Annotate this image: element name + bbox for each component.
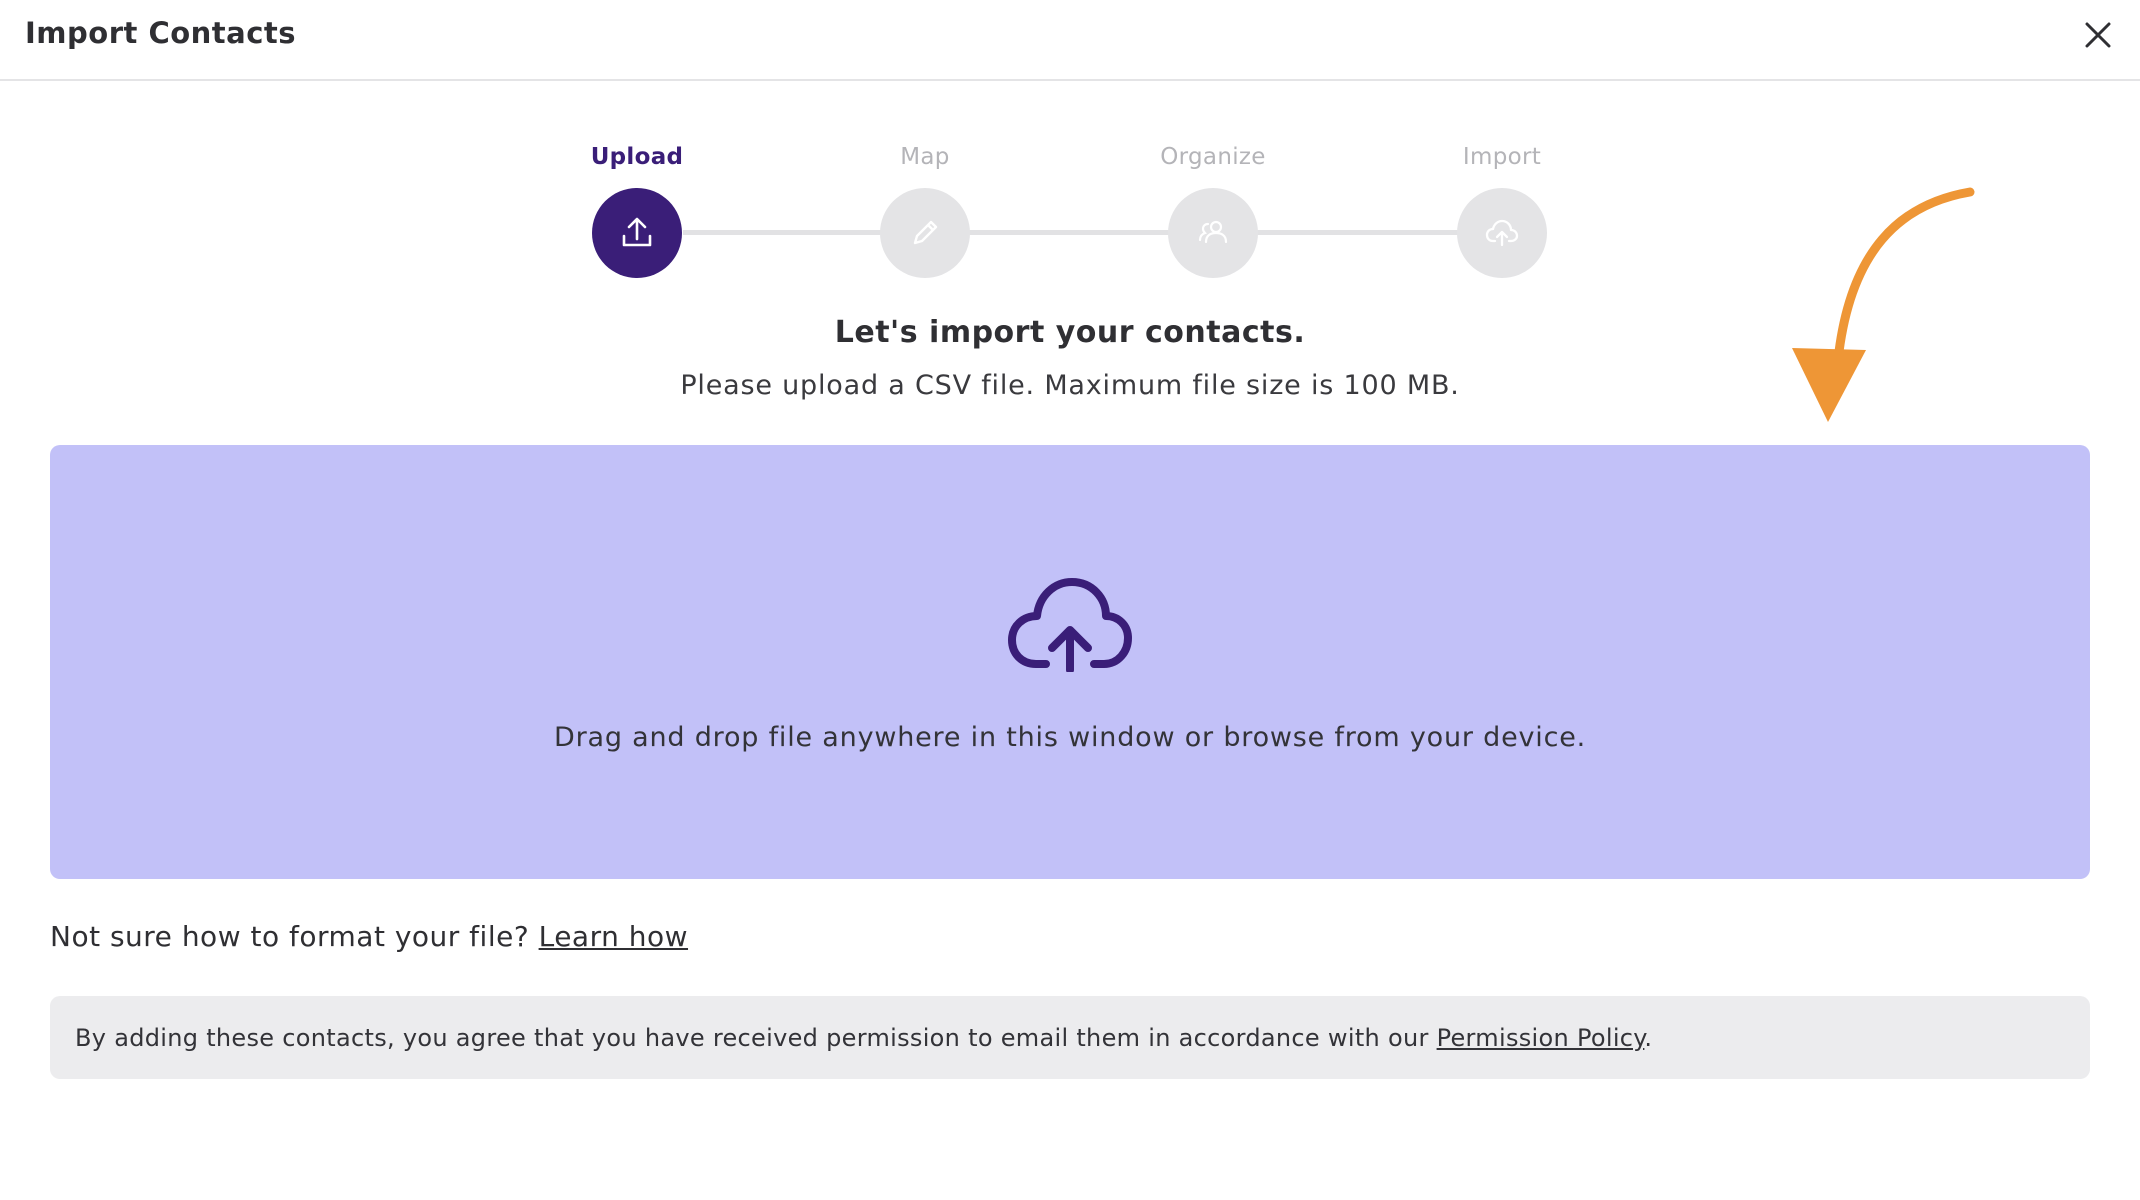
close-button[interactable] [2078, 15, 2118, 55]
annotation-arrow-icon [1792, 187, 1975, 422]
format-help: Not sure how to format your file? Learn … [50, 920, 688, 953]
modal-title: Import Contacts [25, 16, 297, 50]
step-circle [1457, 188, 1547, 278]
step-label: Map [900, 144, 950, 170]
permission-policy-link[interactable]: Permission Policy [1437, 1024, 1645, 1052]
import-contacts-modal: Import Contacts Upload Map Organize Impo… [0, 0, 2140, 1200]
step-import: Import [1382, 140, 1622, 278]
upload-icon [622, 217, 652, 247]
dropzone-instructions: Drag and drop file anywhere in this wind… [553, 722, 1587, 753]
step-label: Import [1462, 144, 1542, 170]
format-help-text: Not sure how to format your file? [50, 920, 530, 953]
permission-notice: By adding these contacts, you agree that… [50, 996, 2090, 1079]
step-label: Organize [1160, 144, 1266, 170]
cloud-upload-icon [1485, 219, 1519, 247]
step-circle [880, 188, 970, 278]
close-icon [2085, 22, 2111, 48]
step-organize: Organize [1093, 140, 1333, 278]
step-circle [1168, 188, 1258, 278]
users-icon [1198, 220, 1228, 244]
pencil-icon [913, 220, 938, 245]
learn-how-link[interactable]: Learn how [539, 920, 688, 953]
modal-header: Import Contacts [0, 0, 2140, 81]
step-upload: Upload [517, 140, 757, 278]
step-circle [592, 188, 682, 278]
cloud-upload-icon [1008, 578, 1132, 672]
permission-notice-text: By adding these contacts, you agree that… [75, 1024, 1652, 1052]
notice-period: . [1644, 1023, 1653, 1052]
step-map: Map [805, 140, 1045, 278]
notice-body: By adding these contacts, you agree that… [75, 1023, 1429, 1052]
step-label: Upload [590, 144, 684, 170]
